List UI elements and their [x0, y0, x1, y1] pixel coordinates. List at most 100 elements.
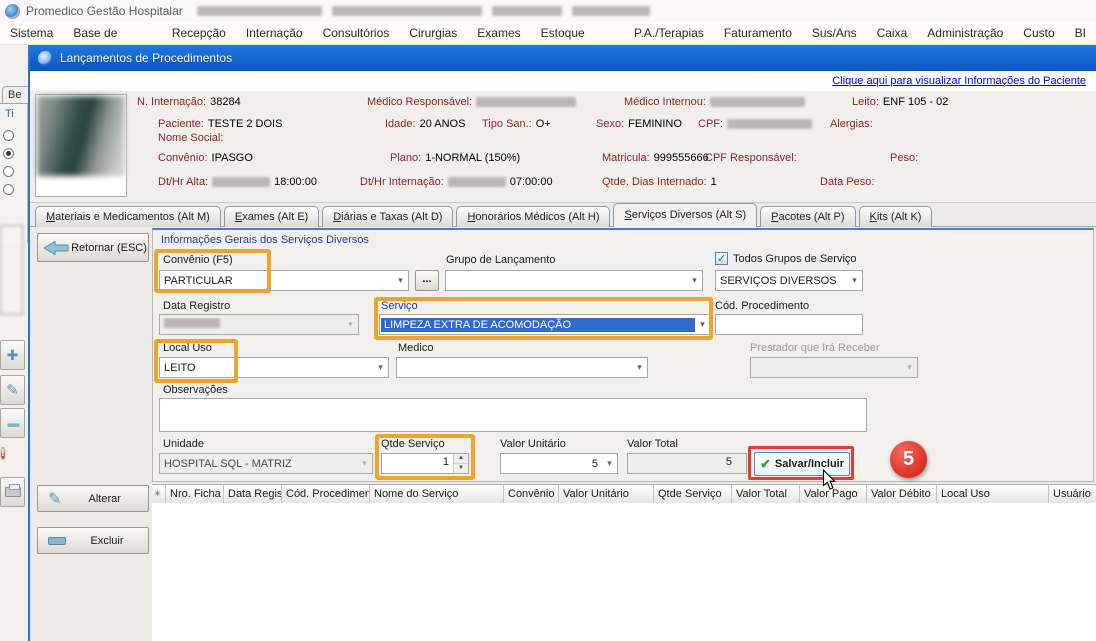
background-window-strip: Be Ti ✚ ✎ ▬ !: [0, 45, 28, 641]
field-cpf: CPF:: [698, 118, 812, 130]
observacoes-textarea[interactable]: [159, 398, 867, 432]
chevron-down-icon: ▾: [357, 458, 372, 469]
tab-materiais-e-medicamentos[interactable]: Materiais e Medicamentos (Alt M): [35, 206, 221, 227]
remove-button[interactable]: ▬: [0, 408, 25, 438]
todos-grupos-checkbox[interactable]: ✓: [715, 252, 728, 265]
menu-item-caixa[interactable]: Caixa: [867, 22, 918, 45]
servico-combo[interactable]: LIMPEZA EXTRA DE ACOMODAÇÃO ▾: [379, 314, 711, 335]
dialog-title-bar: Lançamentos de Procedimentos: [30, 45, 1096, 71]
prestador-label: Prestador que Irá Receber: [750, 342, 880, 354]
local-uso-label: Local Uso: [163, 342, 212, 354]
redacted-text: [448, 177, 506, 187]
valor-total-field: 5: [627, 453, 747, 474]
column-header-valor-unitario[interactable]: Valor Unitário: [559, 485, 654, 504]
column-header-qtde-servico[interactable]: Qtde Serviço: [654, 485, 732, 504]
pencil-icon: ✎: [6, 381, 19, 399]
menu-item-consultorios[interactable]: Consultórios: [313, 22, 400, 45]
data-registro-combo[interactable]: ▾: [159, 314, 359, 335]
convenio-combo[interactable]: PARTICULAR ▾: [159, 270, 409, 291]
menu-item-sus-ans[interactable]: Sus/Ans: [802, 22, 867, 45]
grupo-lancamento-combo[interactable]: ▾: [445, 270, 703, 291]
redacted-text: [727, 119, 812, 129]
column-header-valor-debito[interactable]: Valor Débito: [867, 485, 937, 504]
edit-button[interactable]: ✎: [0, 375, 25, 405]
warning-icon: !: [1, 447, 5, 459]
column-header-nro-ficha[interactable]: Nro. Ficha: [166, 485, 224, 504]
background-panel-label: Ti: [5, 108, 14, 120]
menu-item-pa-terapias[interactable]: P.A./Terapias: [624, 22, 714, 45]
lancamentos-dialog: Lançamentos de Procedimentos Clique aqui…: [28, 45, 1096, 641]
cod-procedimento-label: Cód. Procedimento: [715, 300, 809, 312]
menu-item-estoque-geral[interactable]: Estoque Geral: [531, 22, 624, 45]
radio-button-selected[interactable]: [3, 148, 14, 159]
add-button[interactable]: ✚: [0, 340, 25, 370]
print-button[interactable]: [0, 477, 25, 507]
qtde-servico-stepper[interactable]: 1 ▲ ▼: [381, 453, 469, 474]
menu-item-sistema[interactable]: Sistema: [0, 22, 63, 45]
menu-item-internacao[interactable]: Internação: [236, 22, 313, 45]
radio-button[interactable]: [3, 130, 14, 141]
pencil-icon: ✎: [48, 489, 61, 509]
redacted-text: [710, 97, 805, 107]
alert-button[interactable]: !: [1, 442, 5, 464]
chevron-down-icon: ▾: [602, 458, 617, 469]
valor-total-label: Valor Total: [627, 438, 678, 450]
excluir-button[interactable]: Excluir: [37, 527, 149, 554]
tab-diarias-e-taxas[interactable]: Diárias e Taxas (Alt D): [322, 206, 453, 227]
radio-button[interactable]: [3, 184, 14, 195]
chevron-down-icon: ▾: [695, 319, 710, 330]
radio-button[interactable]: [3, 166, 14, 177]
menu-item-exames[interactable]: Exames: [467, 22, 530, 45]
tab-servicos-diversos[interactable]: Serviços Diversos (Alt S): [613, 203, 757, 227]
patient-info-link[interactable]: Clique aqui para visualizar Informações …: [832, 71, 1086, 91]
column-header-usuario[interactable]: Usuário: [1049, 485, 1096, 504]
plus-icon: ✚: [7, 347, 19, 364]
browse-button[interactable]: ...: [415, 270, 439, 291]
field-nome-social: Nome Social:: [158, 132, 223, 144]
spinner-up-button[interactable]: ▲: [454, 454, 468, 464]
redacted-text: [332, 6, 482, 16]
tab-pacotes[interactable]: Pacotes (Alt P): [760, 206, 855, 227]
alterar-button[interactable]: ✎ Alterar: [37, 485, 149, 512]
menu-item-recepcao[interactable]: Recepção: [162, 22, 236, 45]
results-grid-body[interactable]: [152, 503, 1096, 641]
menu-item-faturamento[interactable]: Faturamento: [714, 22, 802, 45]
background-thumbnail-image: [0, 225, 23, 315]
column-header-data-regist[interactable]: Data Regist: [224, 485, 282, 504]
column-header-cod-procediment[interactable]: Cód. Procediment: [282, 485, 370, 504]
grupo-servico-combo[interactable]: SERVIÇOS DIVERSOS ▾: [715, 270, 863, 291]
redacted-text: [572, 6, 650, 16]
results-grid-header: ✳ Nro. Ficha Data Regist Cód. Procedimen…: [152, 484, 1096, 503]
column-header-valor-total[interactable]: Valor Total: [732, 485, 800, 504]
valor-unitario-combo[interactable]: 5 ▾: [500, 453, 618, 474]
tab-honorarios-medicos[interactable]: Honorários Médicos (Alt H): [456, 206, 610, 227]
field-convenio: Convênio: IPASGO: [158, 152, 253, 164]
tab-exames[interactable]: Exames (Alt E): [224, 206, 319, 227]
background-panel: Ti: [0, 103, 28, 243]
data-registro-label: Data Registro: [163, 300, 230, 312]
column-header-convenio[interactable]: Convênio: [504, 485, 559, 504]
column-header-nome-do-servico[interactable]: Nome do Serviço: [370, 485, 504, 504]
field-sexo: Sexo: FEMININO: [596, 118, 682, 130]
redacted-text: [476, 97, 576, 107]
menu-item-custo[interactable]: Custo: [1013, 22, 1064, 45]
observacoes-label: Observações: [163, 384, 228, 396]
chevron-down-icon: ▾: [373, 362, 388, 373]
retornar-button[interactable]: Retornar (ESC): [37, 233, 149, 262]
tab-kits[interactable]: Kits (Alt K): [859, 206, 933, 227]
menu-item-cirurgias[interactable]: Cirurgias: [399, 22, 467, 45]
menu-item-administracao[interactable]: Administração: [917, 22, 1013, 45]
cod-procedimento-input[interactable]: [715, 314, 863, 335]
minus-bar-icon: [48, 537, 66, 545]
spinner-down-button[interactable]: ▼: [454, 464, 468, 473]
minus-icon: ▬: [8, 416, 18, 430]
local-uso-combo[interactable]: LEITO ▾: [159, 357, 389, 378]
menu-item-base-de-dados[interactable]: Base de Dados: [63, 22, 161, 45]
field-leito: Leito: ENF 105 - 02: [852, 96, 948, 108]
field-cpf-responsavel: CPF Responsável:: [705, 152, 797, 164]
dialog-title: Lançamentos de Procedimentos: [60, 51, 232, 65]
column-header-local-uso[interactable]: Local Uso: [937, 485, 1049, 504]
medico-combo[interactable]: ▾: [396, 357, 648, 378]
field-n-internacao: N. Internação: 38284: [137, 96, 241, 108]
menu-item-bi[interactable]: BI: [1065, 22, 1096, 45]
